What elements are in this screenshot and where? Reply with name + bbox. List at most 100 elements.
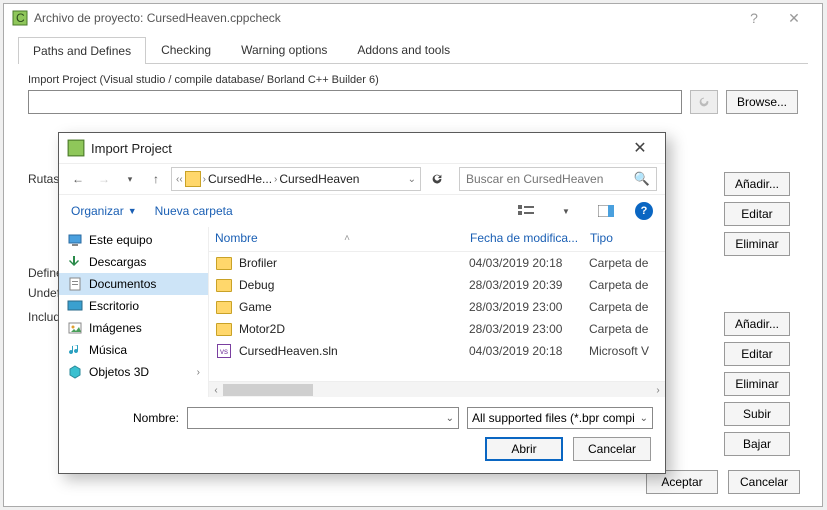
breadcrumb[interactable]: ‹‹ › CursedHe... › CursedHeaven ⌄ [171, 167, 421, 191]
file-date: 28/03/2019 23:00 [469, 322, 589, 336]
nav-up-button[interactable]: ↑ [145, 168, 167, 190]
file-row[interactable]: Motor2D28/03/2019 23:00Carpeta de [209, 318, 665, 340]
search-input[interactable] [466, 172, 634, 186]
file-row[interactable]: Game28/03/2019 23:00Carpeta de [209, 296, 665, 318]
includes-edit-button[interactable]: Editar [724, 342, 790, 366]
file-row[interactable]: Brofiler04/03/2019 20:18Carpeta de [209, 252, 665, 274]
scroll-left-button[interactable]: ‹ [209, 382, 223, 398]
filetype-filter-combo[interactable]: All supported files (*.bpr compi ⌄ [467, 407, 653, 429]
tree-label: Este equipo [89, 233, 152, 247]
filename-input[interactable] [192, 411, 446, 425]
file-type: Microsoft V [589, 344, 659, 358]
filename-combo[interactable]: ⌄ [187, 407, 459, 429]
view-dropdown[interactable]: ▼ [555, 202, 577, 220]
tree-label: Imágenes [89, 321, 142, 335]
rutas-edit-button[interactable]: Editar [724, 202, 790, 226]
view-mode-button[interactable] [515, 202, 537, 220]
col-header-name[interactable]: Nombre ˄ [215, 231, 470, 245]
rutas-button-column: Añadir... Editar Eliminar [724, 172, 790, 256]
search-box[interactable]: 🔍 [459, 167, 657, 191]
file-type: Carpeta de [589, 322, 659, 336]
includes-button-column: Añadir... Editar Eliminar Subir Bajar [724, 312, 790, 456]
tab-checking[interactable]: Checking [146, 36, 226, 63]
chevron-right-icon: › [197, 367, 200, 378]
tree-item-musica[interactable]: Música [59, 339, 208, 361]
nav-history-dropdown[interactable]: ▾ [119, 168, 141, 190]
parent-titlebar: C Archivo de proyecto: CursedHeaven.cppc… [4, 4, 822, 32]
tab-warning-options[interactable]: Warning options [226, 36, 342, 63]
parent-cancel-button[interactable]: Cancelar [728, 470, 800, 494]
preview-pane-button[interactable] [595, 202, 617, 220]
nav-back-button[interactable]: ← [67, 168, 89, 190]
tree-label: Escritorio [89, 299, 139, 313]
cancel-button[interactable]: Cancelar [573, 437, 651, 461]
new-folder-button[interactable]: Nueva carpeta [155, 204, 233, 218]
filename-row: Nombre: ⌄ All supported files (*.bpr com… [59, 397, 665, 435]
folder-icon [215, 298, 233, 316]
tab-addons-tools[interactable]: Addons and tools [342, 36, 465, 63]
file-name: Game [239, 300, 469, 314]
nav-tree: Este equipo Descargas Documentos Escrito… [59, 227, 209, 397]
rutas-add-button[interactable]: Añadir... [724, 172, 790, 196]
horizontal-scrollbar[interactable]: ‹ › [209, 381, 665, 397]
tree-item-descargas[interactable]: Descargas [59, 251, 208, 273]
file-name: Brofiler [239, 256, 469, 270]
file-type: Carpeta de [589, 256, 659, 270]
chevron-down-icon: ▼ [128, 206, 137, 216]
file-name: Debug [239, 278, 469, 292]
close-window-button[interactable]: ✕ [774, 10, 814, 27]
folder-icon [215, 276, 233, 294]
refresh-button[interactable] [425, 167, 449, 191]
file-dialog-close-button[interactable]: ✕ [623, 138, 657, 158]
chevron-down-icon[interactable]: ⌄ [640, 413, 648, 424]
import-reload-button[interactable] [690, 90, 718, 114]
browse-button[interactable]: Browse... [726, 90, 798, 114]
tree-label: Documentos [89, 277, 156, 291]
tab-paths-defines[interactable]: Paths and Defines [18, 37, 146, 64]
open-button[interactable]: Abrir [485, 437, 563, 461]
chevron-down-icon[interactable]: ⌄ [408, 174, 416, 185]
col-header-date[interactable]: Fecha de modifica... [470, 231, 590, 245]
includes-down-button[interactable]: Bajar [724, 432, 790, 456]
breadcrumb-seg-0[interactable]: CursedHe... [208, 172, 272, 186]
file-row[interactable]: vsCursedHeaven.sln04/03/2019 20:18Micros… [209, 340, 665, 362]
list-header: Nombre ˄ Fecha de modifica... Tipo [209, 227, 665, 252]
file-date: 04/03/2019 20:18 [469, 344, 589, 358]
help-button[interactable]: ? [635, 202, 653, 220]
col-header-type[interactable]: Tipo [590, 231, 659, 245]
file-dialog-app-icon [67, 139, 85, 157]
import-project-file-dialog: Import Project ✕ ← → ▾ ↑ ‹‹ › CursedHe..… [58, 132, 666, 474]
scroll-right-button[interactable]: › [651, 382, 665, 398]
chevron-down-icon[interactable]: ⌄ [446, 413, 454, 424]
search-icon: 🔍 [634, 171, 650, 187]
organize-menu[interactable]: Organizar ▼ [71, 204, 137, 218]
tree-item-este-equipo[interactable]: Este equipo [59, 229, 208, 251]
file-date: 28/03/2019 23:00 [469, 300, 589, 314]
help-window-button[interactable]: ? [734, 10, 774, 26]
file-row[interactable]: Debug28/03/2019 20:39Carpeta de [209, 274, 665, 296]
file-dialog-toolbar: Organizar ▼ Nueva carpeta ▼ ? [59, 195, 665, 227]
import-group-label: Import Project (Visual studio / compile … [28, 74, 798, 86]
music-icon [67, 342, 83, 358]
pc-icon [67, 232, 83, 248]
chevron-left-icon: ‹‹ [176, 174, 183, 185]
scrollbar-thumb[interactable] [223, 384, 313, 396]
tree-item-documentos[interactable]: Documentos [59, 273, 208, 295]
document-icon [67, 276, 83, 292]
file-name: CursedHeaven.sln [239, 344, 469, 358]
tree-item-imagenes[interactable]: Imágenes [59, 317, 208, 339]
svg-text:C: C [16, 11, 25, 25]
includes-up-button[interactable]: Subir [724, 402, 790, 426]
tabstrip: Paths and Defines Checking Warning optio… [18, 36, 808, 64]
includes-add-button[interactable]: Añadir... [724, 312, 790, 336]
rutas-delete-button[interactable]: Eliminar [724, 232, 790, 256]
tree-item-objetos3d[interactable]: Objetos 3D › [59, 361, 208, 383]
file-dialog-title: Import Project [91, 141, 623, 156]
tree-item-escritorio[interactable]: Escritorio [59, 295, 208, 317]
nav-forward-button[interactable]: → [93, 168, 115, 190]
images-icon [67, 320, 83, 336]
breadcrumb-seg-1[interactable]: CursedHeaven [279, 172, 359, 186]
file-name: Motor2D [239, 322, 469, 336]
includes-delete-button[interactable]: Eliminar [724, 372, 790, 396]
import-path-input[interactable] [28, 90, 682, 114]
